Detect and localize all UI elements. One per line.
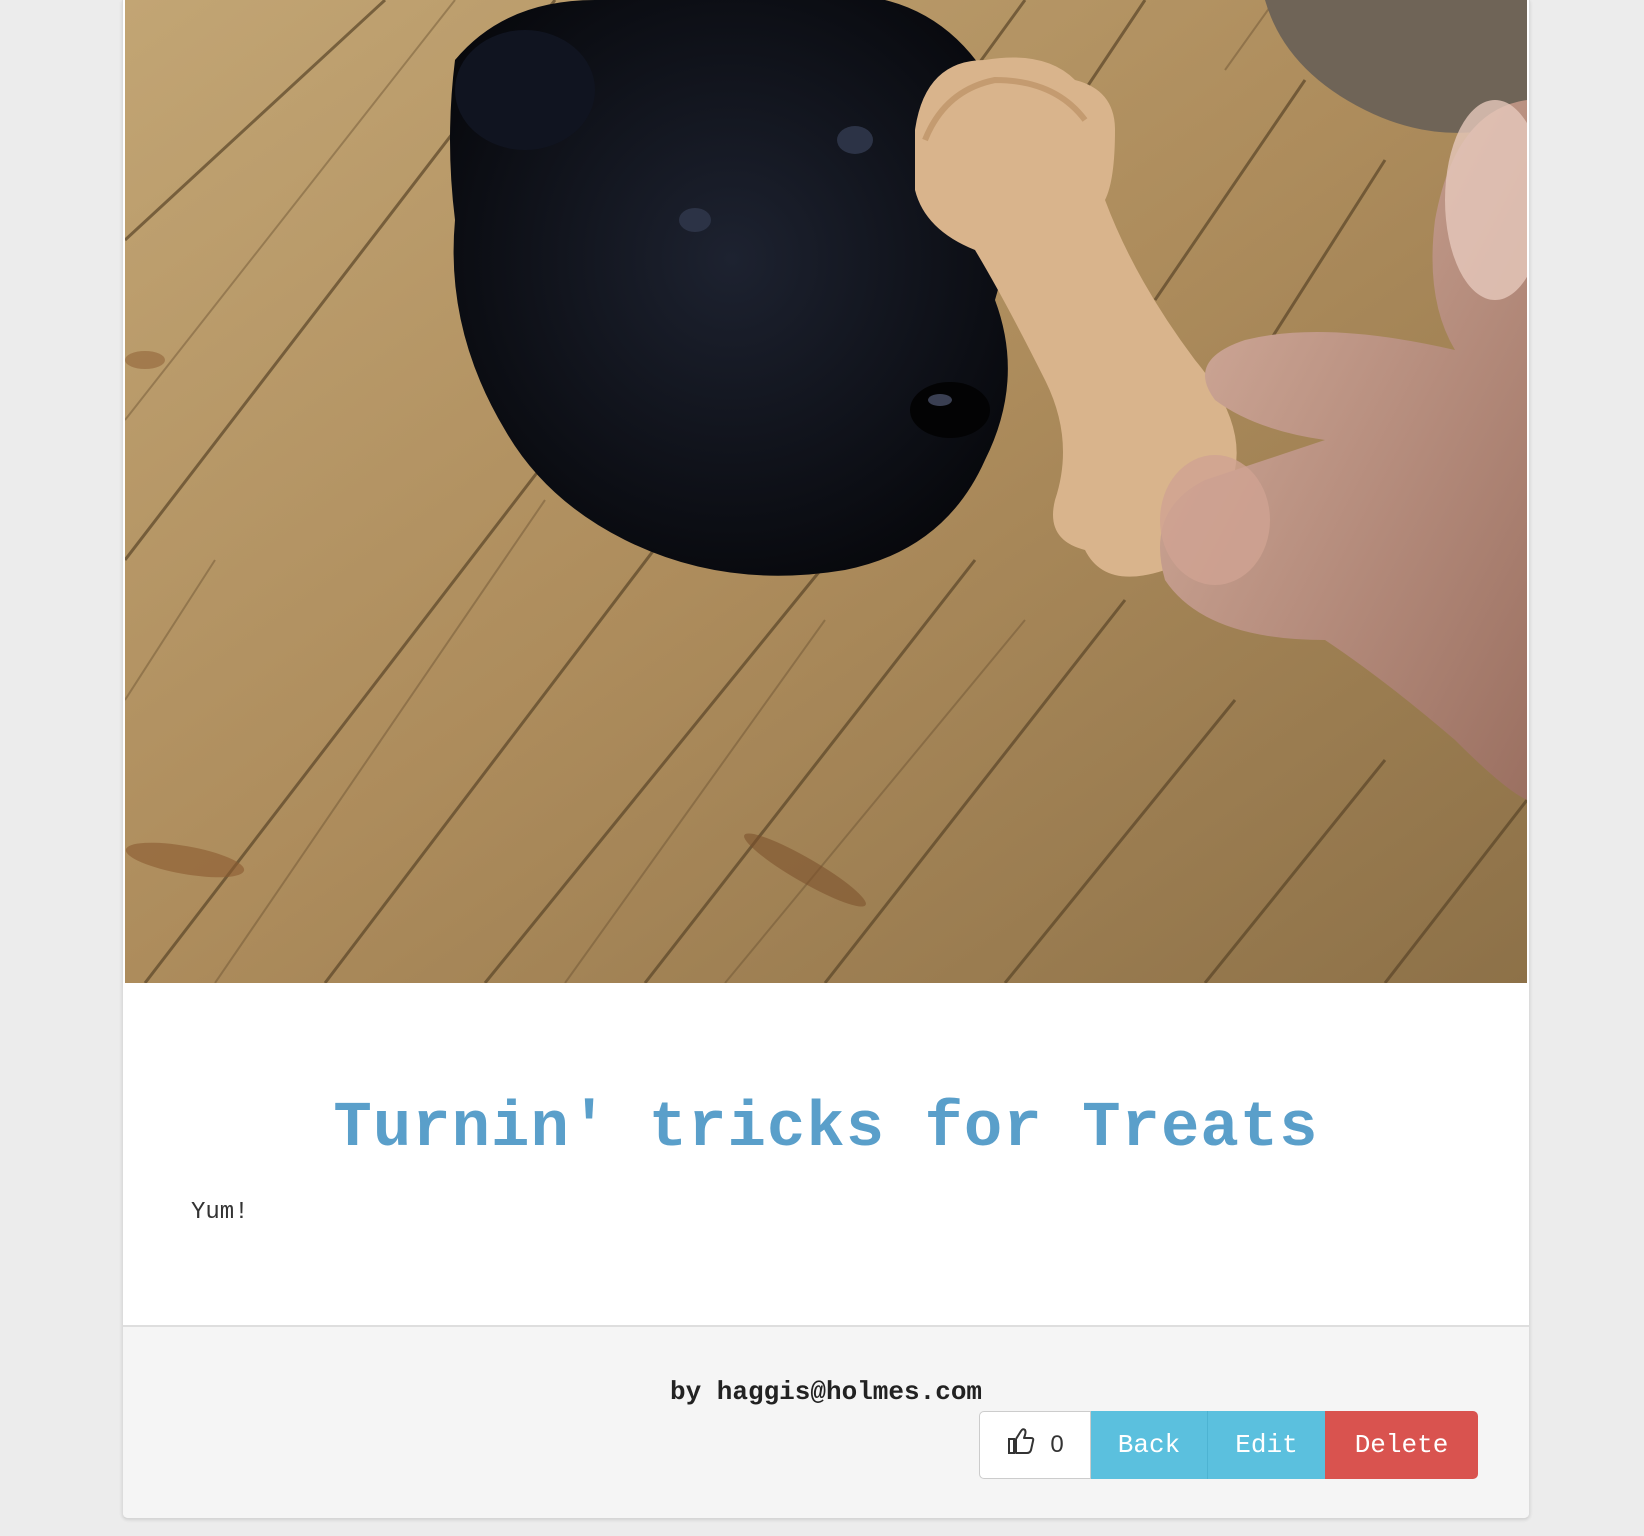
back-button[interactable]: Back bbox=[1091, 1411, 1208, 1479]
post-body: Turnin' tricks for Treats Yum! bbox=[123, 983, 1529, 1325]
delete-button[interactable]: Delete bbox=[1325, 1411, 1478, 1479]
edit-button[interactable]: Edit bbox=[1208, 1411, 1325, 1479]
like-count: 0 bbox=[1050, 1431, 1064, 1458]
post-title: Turnin' tricks for Treats bbox=[333, 1093, 1319, 1165]
like-button[interactable]: 0 bbox=[979, 1411, 1091, 1479]
author-byline: by haggis@holmes.com bbox=[669, 1377, 983, 1407]
post-actions: 0 Back Edit Delete bbox=[979, 1411, 1478, 1479]
post-footer: by haggis@holmes.com 0 Back Edit Delete bbox=[123, 1325, 1529, 1518]
thumbs-up-icon bbox=[1006, 1426, 1036, 1464]
post-photo bbox=[125, 0, 1527, 983]
post-card: Turnin' tricks for Treats Yum! by haggis… bbox=[122, 0, 1530, 1519]
post-description: Yum! bbox=[191, 1199, 249, 1226]
